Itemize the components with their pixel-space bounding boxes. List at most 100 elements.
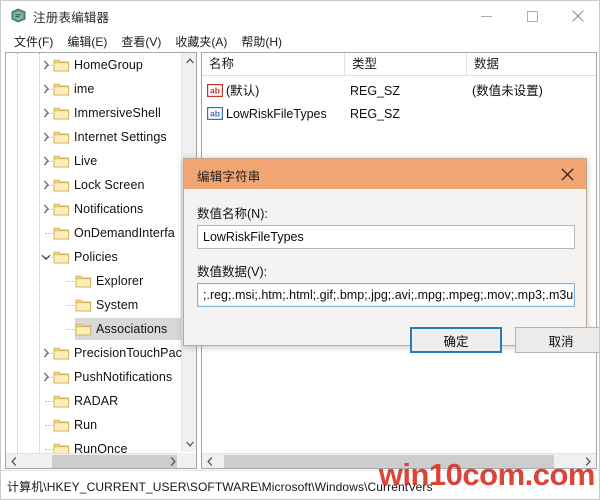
chevron-right-icon[interactable] [39, 341, 53, 365]
maximize-button[interactable] [509, 1, 555, 31]
folder-icon [53, 346, 70, 361]
tree-item-label: RADAR [74, 394, 119, 408]
chevron-down-icon[interactable] [39, 245, 53, 269]
chevron-right-icon[interactable] [39, 53, 53, 77]
dialog-title: 编辑字符串 [197, 170, 261, 184]
svg-text:ab: ab [210, 109, 220, 119]
folder-icon [53, 250, 70, 265]
tree-item-label: Explorer [96, 274, 144, 288]
edit-string-dialog: 编辑字符串 数值名称(N): LowRiskFileTypes 数值数据(V):… [183, 158, 599, 353]
chevron-right-icon[interactable] [39, 173, 53, 197]
menu-view[interactable]: 查看(V) [114, 31, 168, 52]
chevron-right-icon[interactable] [39, 77, 53, 101]
chevron-right-icon[interactable] [39, 149, 53, 173]
tree-no-children [39, 437, 53, 453]
tree-item-precisiontouchpac[interactable]: PrecisionTouchPac [6, 341, 182, 365]
tree-item-internet-settings[interactable]: Internet Settings [6, 125, 182, 149]
table-row[interactable]: ab (默认) REG_SZ (数值未设置) [202, 80, 596, 102]
tree-item-label: Policies [74, 250, 118, 264]
chevron-right-icon[interactable] [39, 197, 53, 221]
chevron-right-icon[interactable] [39, 125, 53, 149]
tree-item-pushnotifications[interactable]: PushNotifications [6, 365, 182, 389]
tree-item-run[interactable]: Run [6, 413, 182, 437]
column-header-type[interactable]: 类型 [345, 53, 467, 75]
watermark: win10com.com [378, 457, 596, 492]
folder-icon [53, 442, 70, 453]
tree-item-notifications[interactable]: Notifications [6, 197, 182, 221]
value-name-input[interactable]: LowRiskFileTypes [197, 225, 575, 249]
folder-icon [53, 394, 70, 409]
value-data-input[interactable]: ;.reg;.msi;.htm;.html;.gif;.bmp;.jpg;.av… [197, 283, 575, 307]
tree-item-label: HomeGroup [74, 58, 143, 72]
tree-item-ime[interactable]: ime [6, 77, 182, 101]
dialog-close-button[interactable] [550, 159, 584, 189]
cell-value-type: REG_SZ [350, 107, 401, 121]
scroll-down-icon[interactable] [182, 436, 196, 452]
scroll-left-icon[interactable] [6, 454, 22, 468]
folder-icon [53, 130, 70, 145]
menu-file[interactable]: 文件(F) [7, 31, 60, 52]
tree-item-associations[interactable]: Associations [6, 317, 182, 341]
folder-icon [75, 274, 92, 289]
tree-item-label: PrecisionTouchPac [74, 346, 182, 360]
folder-icon [53, 226, 70, 241]
tree-item-lock-screen[interactable]: Lock Screen [6, 173, 182, 197]
menu-bar: 文件(F) 编辑(E) 查看(V) 收藏夹(A) 帮助(H) [1, 31, 599, 52]
cell-value-data: (数值未设置) [472, 84, 543, 98]
tree-item-label: PushNotifications [74, 370, 173, 384]
window-title: 注册表编辑器 [33, 11, 110, 25]
value-data-label: 数值数据(V): [197, 265, 268, 279]
folder-icon [75, 298, 92, 313]
tree-no-children [61, 317, 75, 341]
tree-item-policies[interactable]: Policies [6, 245, 182, 269]
tree-no-children [39, 221, 53, 245]
folder-icon [53, 370, 70, 385]
registry-editor-window: 注册表编辑器 文件(F) 编辑(E) 查看(V) 收藏夹(A) 帮助(H) Ho… [0, 0, 600, 500]
menu-edit[interactable]: 编辑(E) [60, 31, 114, 52]
registry-editor-icon [10, 8, 27, 24]
table-row[interactable]: ab LowRiskFileTypes REG_SZ [202, 103, 596, 125]
tree-no-children [61, 269, 75, 293]
registry-path: 计算机\HKEY_CURRENT_USER\SOFTWARE\Microsoft… [7, 480, 433, 494]
menu-help[interactable]: 帮助(H) [234, 31, 289, 52]
tree-item-radar[interactable]: RADAR [6, 389, 182, 413]
string-value-icon: ab [207, 106, 224, 121]
tree-item-label: Run [74, 418, 98, 432]
tree-hscroll-thumb[interactable] [52, 455, 177, 468]
registry-tree[interactable]: HomeGroup ime ImmersiveShell Internet Setti… [6, 53, 182, 453]
tree-no-children [39, 389, 53, 413]
menu-favorites[interactable]: 收藏夹(A) [168, 31, 234, 52]
folder-icon [53, 202, 70, 217]
svg-text:ab: ab [210, 86, 220, 96]
folder-icon [75, 322, 92, 337]
scroll-left-icon[interactable] [202, 454, 218, 468]
folder-icon [53, 82, 70, 97]
tree-item-ondemandinterfa[interactable]: OnDemandInterfa [6, 221, 182, 245]
tree-no-children [39, 413, 53, 437]
column-header-name[interactable]: 名称 [202, 53, 345, 75]
scroll-up-icon[interactable] [182, 53, 196, 69]
tree-item-label: Notifications [74, 202, 144, 216]
ok-button[interactable]: 确定 [410, 327, 502, 353]
minimize-button[interactable] [463, 1, 509, 31]
close-button[interactable] [555, 1, 599, 31]
tree-item-homegroup[interactable]: HomeGroup [6, 53, 182, 77]
tree-horizontal-scrollbar[interactable] [6, 453, 181, 468]
tree-item-system[interactable]: System [6, 293, 182, 317]
chevron-right-icon[interactable] [39, 365, 53, 389]
chevron-right-icon[interactable] [39, 101, 53, 125]
tree-item-live[interactable]: Live [6, 149, 182, 173]
folder-icon [53, 106, 70, 121]
dialog-body: 数值名称(N): LowRiskFileTypes 数值数据(V): ;.reg… [184, 189, 599, 353]
tree-item-label: System [96, 298, 139, 312]
column-header-data[interactable]: 数据 [467, 53, 583, 75]
window-controls [463, 1, 599, 31]
tree-item-immersiveshell[interactable]: ImmersiveShell [6, 101, 182, 125]
tree-item-explorer[interactable]: Explorer [6, 269, 182, 293]
tree-item-label: RunOnce [74, 442, 128, 453]
scroll-right-icon[interactable] [165, 454, 181, 468]
cancel-button[interactable]: 取消 [515, 327, 599, 353]
tree-item-label: Live [74, 154, 98, 168]
tree-item-runonce[interactable]: RunOnce [6, 437, 182, 453]
tree-item-label: ime [74, 82, 95, 96]
